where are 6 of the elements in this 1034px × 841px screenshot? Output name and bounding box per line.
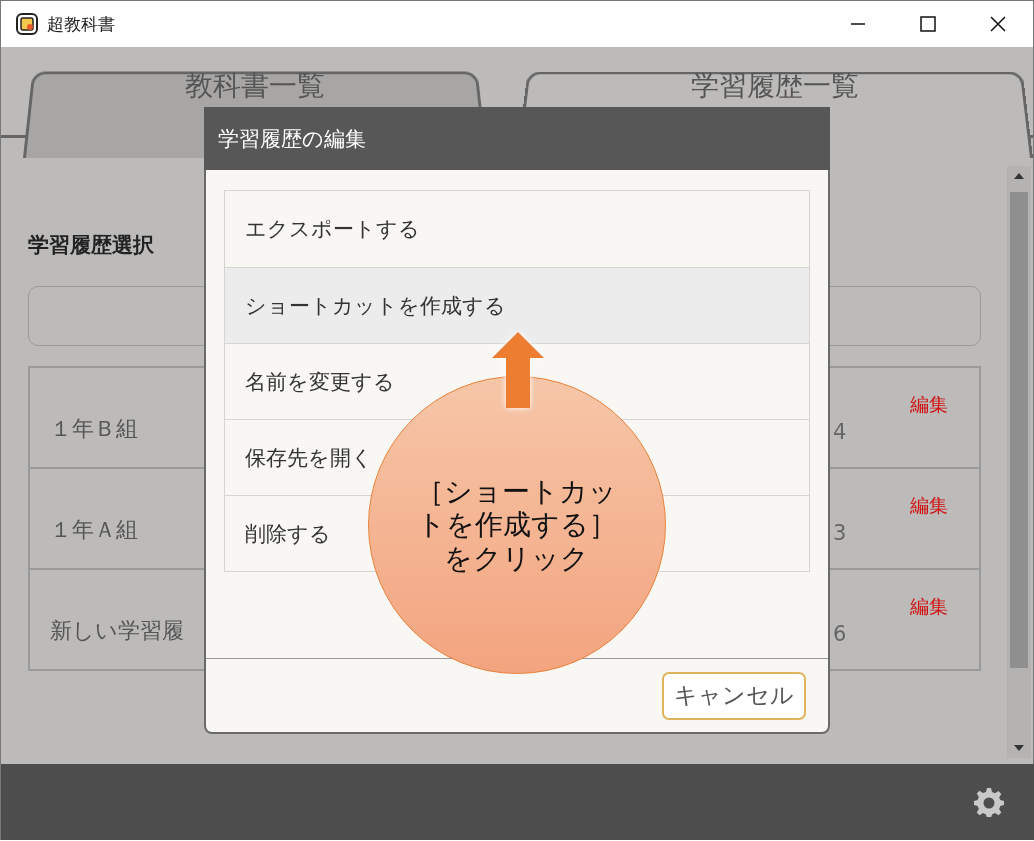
dialog-title: 学習履歴の編集 [218,125,366,153]
table-cell: 3 [833,521,847,545]
window-title: 超教科書 [47,12,116,36]
section-title: 学習履歴選択 [28,232,154,259]
table-cell: 4 [833,420,847,444]
table-cell: 6 [833,622,847,646]
